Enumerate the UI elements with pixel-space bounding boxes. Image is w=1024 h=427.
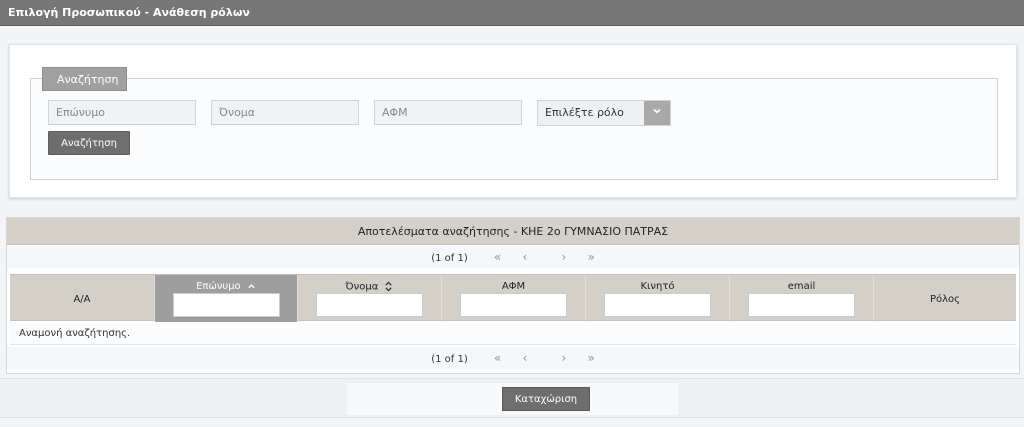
search-button[interactable]: Αναζήτηση: [48, 131, 130, 155]
column-afm-label: ΑΦΜ: [501, 281, 526, 292]
column-afm[interactable]: ΑΦΜ: [442, 275, 586, 322]
email-filter-input[interactable]: [748, 293, 855, 317]
last-page-icon[interactable]: »: [587, 347, 594, 369]
results-header: Αποτελέσματα αναζήτησης - ΚΗΕ 2ο ΓΥΜΝΑΣΙ…: [7, 218, 1019, 245]
name-filter-input[interactable]: [316, 293, 423, 317]
afm-filter-input[interactable]: [460, 293, 567, 317]
column-email-label: email: [787, 281, 816, 292]
column-surname[interactable]: Επώνυμο: [155, 275, 298, 322]
column-name-label: Όνομα: [298, 281, 441, 293]
footer-bar: Καταχώριση: [0, 378, 1024, 418]
search-legend[interactable]: Αναζήτηση: [42, 67, 127, 91]
prev-page-icon[interactable]: ‹: [522, 347, 527, 369]
name-input[interactable]: Όνομα: [211, 100, 359, 125]
pager-top: (1 of 1) « ‹ › »: [7, 246, 1019, 268]
role-select[interactable]: Επιλέξτε ρόλο: [537, 100, 671, 126]
empty-message: Αναμονή αναζήτησης.: [10, 322, 1016, 345]
column-role[interactable]: Ρόλος: [874, 275, 1016, 322]
search-fieldset: Αναζήτηση Επώνυμο Όνομα ΑΦΜ Επιλέξτε ρόλ…: [30, 67, 998, 180]
sort-icon: [385, 281, 393, 292]
chevron-down-icon[interactable]: [644, 101, 670, 125]
results-panel: Αποτελέσματα αναζήτησης - ΚΗΕ 2ο ΓΥΜΝΑΣΙ…: [6, 217, 1020, 374]
surname-filter-input[interactable]: [173, 293, 280, 317]
page-title: Επιλογή Προσωπικού - Ανάθεση ρόλων: [0, 0, 1024, 26]
column-email[interactable]: email: [730, 275, 874, 322]
pager-status: (1 of 1): [431, 354, 468, 365]
column-mobile[interactable]: Κινητό: [586, 275, 730, 322]
next-page-icon[interactable]: ›: [561, 347, 566, 369]
first-page-icon[interactable]: «: [494, 347, 501, 369]
table-header: Α/Α Επώνυμο Όνομα ΑΦΜ Κινητό email Ρόλος: [10, 274, 1016, 322]
pager-bottom: (1 of 1) « ‹ › »: [7, 347, 1019, 369]
pager-status: (1 of 1): [431, 253, 468, 264]
column-mobile-label: Κινητό: [640, 281, 675, 292]
next-page-icon[interactable]: ›: [561, 246, 566, 268]
submit-button[interactable]: Καταχώριση: [502, 387, 590, 411]
search-panel: Αναζήτηση Επώνυμο Όνομα ΑΦΜ Επιλέξτε ρόλ…: [9, 44, 1017, 198]
sort-ascending-icon: [248, 284, 255, 289]
prev-page-icon[interactable]: ‹: [522, 246, 527, 268]
column-aa[interactable]: Α/Α: [10, 275, 155, 322]
surname-input[interactable]: Επώνυμο: [48, 100, 196, 125]
mobile-filter-input[interactable]: [604, 293, 711, 317]
column-aa-label: Α/Α: [73, 294, 91, 305]
afm-input[interactable]: ΑΦΜ: [374, 100, 522, 125]
role-select-value: Επιλέξτε ρόλο: [545, 106, 624, 119]
column-surname-label: Επώνυμο: [155, 281, 297, 292]
first-page-icon[interactable]: «: [494, 246, 501, 268]
last-page-icon[interactable]: »: [587, 246, 594, 268]
column-name[interactable]: Όνομα: [298, 275, 442, 322]
column-role-label: Ρόλος: [929, 294, 961, 305]
